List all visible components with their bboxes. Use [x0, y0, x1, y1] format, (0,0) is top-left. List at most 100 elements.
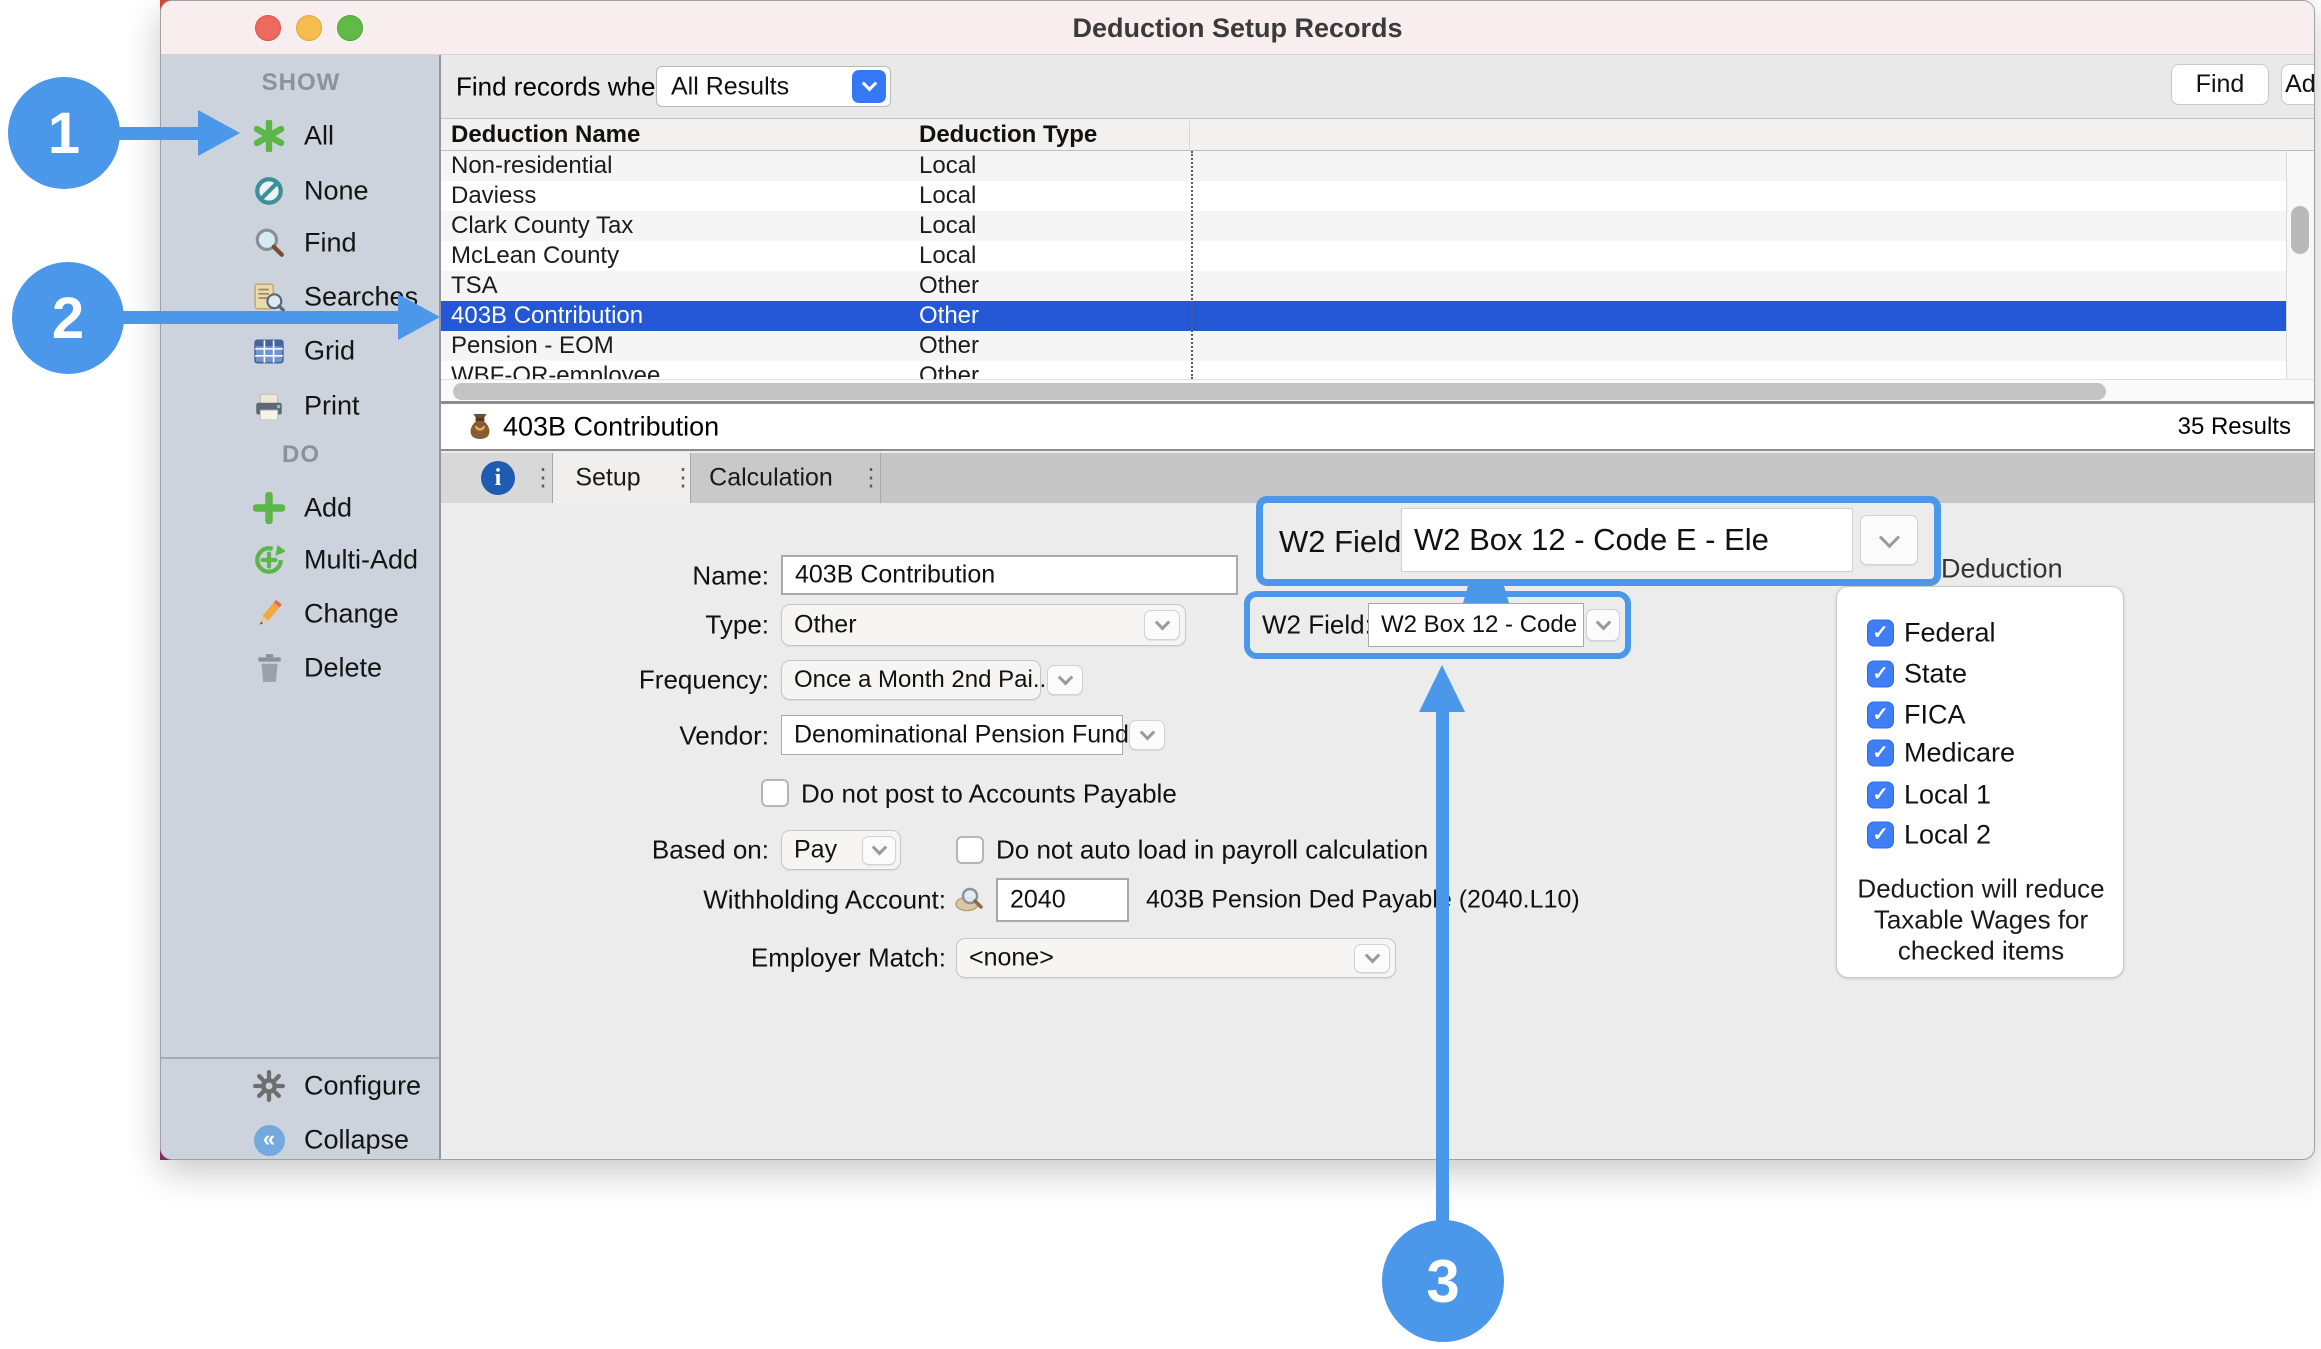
type-dropdown-button[interactable]: [1144, 610, 1180, 640]
withholding-account-input[interactable]: 2040: [996, 878, 1129, 922]
sidebar-item-label: Delete: [304, 653, 382, 684]
state-checkbox[interactable]: [1867, 661, 1894, 688]
sidebar-item-multi-add[interactable]: Multi-Add: [161, 538, 439, 582]
medicare-checkbox[interactable]: [1867, 740, 1894, 767]
tab-info[interactable]: [441, 453, 553, 503]
local2-label: Local 2: [1904, 820, 1991, 851]
sidebar-item-configure[interactable]: Configure: [161, 1064, 439, 1108]
w2-callout-input: W2 Box 12 - Code E - Ele: [1401, 508, 1853, 572]
chevron-down-icon: [1878, 527, 1899, 548]
zoom-traffic-light[interactable]: [337, 15, 363, 41]
name-value: 403B Contribution: [795, 561, 995, 590]
medicare-label: Medicare: [1904, 738, 2015, 769]
collapse-icon: [251, 1123, 287, 1157]
sidebar-item-collapse[interactable]: Collapse: [161, 1118, 439, 1160]
find-bar: Find records where All Results Find Adva…: [441, 55, 2315, 119]
tab-calculation[interactable]: Calculation: [691, 453, 881, 503]
sidebar-item-label: None: [304, 176, 369, 207]
table-row-selected[interactable]: 403B ContributionOther: [441, 301, 2286, 331]
record-header: 403B Contribution 35 Results: [441, 401, 2315, 451]
column-header-deduction-name[interactable]: Deduction Name: [451, 119, 640, 151]
results-count: 35 Results: [2178, 413, 2291, 441]
advanced-find-button-label: Advanced Find: [2285, 70, 2315, 99]
table-row[interactable]: Clark County TaxLocal: [441, 211, 2286, 241]
record-title: 403B Contribution: [503, 411, 719, 442]
vendor-input[interactable]: Denominational Pension Fund: [781, 715, 1123, 755]
horizontal-scrollbar-thumb[interactable]: [453, 383, 2106, 400]
based-on-dropdown-button[interactable]: [862, 836, 896, 865]
table-row[interactable]: TSAOther: [441, 271, 2286, 301]
find-records-where-label: Find records where: [456, 71, 679, 102]
tab-menu-dots-icon[interactable]: [531, 464, 555, 493]
annotation-arrow-3-head: [1419, 665, 1465, 712]
table-row[interactable]: McLean CountyLocal: [441, 241, 2286, 271]
frequency-value: Once a Month 2nd Pai...: [794, 666, 1053, 694]
employer-match-dropdown[interactable]: <none>: [956, 938, 1396, 978]
no-post-ap-checkbox[interactable]: [761, 779, 789, 807]
federal-label: Federal: [1904, 618, 1996, 649]
no-post-ap-label: Do not post to Accounts Payable: [801, 779, 1177, 810]
w2-field-input[interactable]: W2 Box 12 - Code E - Ele: [1368, 603, 1584, 647]
vertical-scrollbar[interactable]: [2286, 151, 2314, 379]
sidebar-item-label: Add: [304, 493, 352, 524]
no-autoload-checkbox[interactable]: [956, 836, 984, 864]
local1-checkbox[interactable]: [1867, 782, 1894, 809]
frequency-dropdown[interactable]: Once a Month 2nd Pai...: [781, 660, 1041, 700]
table-row[interactable]: DaviessLocal: [441, 181, 2286, 211]
account-lookup-icon[interactable]: [954, 885, 986, 920]
cell-type: Local: [919, 151, 976, 181]
results-filter-select[interactable]: All Results: [656, 66, 891, 107]
fica-label: FICA: [1904, 700, 1966, 731]
sidebar-item-change[interactable]: Change: [161, 592, 439, 636]
vendor-dropdown-button[interactable]: [1129, 720, 1165, 750]
based-on-dropdown[interactable]: Pay: [781, 830, 901, 870]
info-icon: [481, 461, 515, 495]
sidebar-item-label: Change: [304, 599, 399, 630]
chevron-down-icon: [861, 76, 877, 92]
vertical-scrollbar-thumb[interactable]: [2291, 206, 2309, 254]
employer-match-label: Employer Match:: [671, 943, 946, 974]
sidebar-item-find[interactable]: Find: [161, 221, 439, 265]
deduction-note-line: checked items: [1847, 936, 2115, 967]
type-dropdown[interactable]: Other: [781, 604, 1186, 646]
horizontal-scrollbar[interactable]: [441, 379, 2315, 401]
frequency-dropdown-button[interactable]: [1047, 665, 1083, 695]
sidebar-item-none[interactable]: None: [161, 169, 439, 213]
table-row[interactable]: Pension - EOMOther: [441, 331, 2286, 361]
chevron-down-icon: [1595, 614, 1611, 630]
window-title: Deduction Setup Records: [161, 1, 2314, 55]
advanced-find-button[interactable]: Advanced Find: [2281, 64, 2315, 105]
tab-menu-dots-icon[interactable]: [859, 464, 883, 493]
filter-dropdown-button[interactable]: [852, 70, 886, 103]
cell-name: TSA: [451, 271, 498, 301]
name-label: Name:: [591, 561, 769, 592]
fica-checkbox[interactable]: [1867, 702, 1894, 729]
close-traffic-light[interactable]: [255, 15, 281, 41]
column-header-deduction-type[interactable]: Deduction Type: [919, 119, 1097, 151]
local2-checkbox[interactable]: [1867, 822, 1894, 849]
cell-name: WBF-OR-employee: [451, 361, 660, 379]
cell-name: Daviess: [451, 181, 536, 211]
tab-label: Calculation: [691, 464, 851, 493]
tab-label: Setup: [553, 464, 663, 493]
pencil-icon: [251, 597, 287, 631]
federal-checkbox[interactable]: [1867, 620, 1894, 647]
tab-setup[interactable]: Setup: [553, 453, 691, 503]
sidebar-item-add[interactable]: Add: [161, 486, 439, 530]
table-row[interactable]: Non-residentialLocal: [441, 151, 2286, 181]
sidebar-item-print[interactable]: Print: [161, 384, 439, 428]
w2-dropdown-button[interactable]: [1586, 609, 1620, 641]
w2-field-zoom-callout: W2 Field: W2 Box 12 - Code E - Ele: [1256, 496, 1941, 586]
titlebar: Deduction Setup Records: [161, 1, 2314, 55]
sidebar-do-header: DO: [201, 441, 401, 469]
name-input[interactable]: 403B Contribution: [781, 555, 1238, 595]
table-row[interactable]: WBF-OR-employeeOther: [441, 361, 2286, 379]
minimize-traffic-light[interactable]: [296, 15, 322, 41]
w2-field-highlight: W2 Field: W2 Box 12 - Code E - Ele: [1244, 591, 1631, 659]
employer-match-dropdown-button[interactable]: [1354, 944, 1390, 973]
printer-icon: [251, 389, 287, 423]
find-button[interactable]: Find: [2171, 64, 2269, 105]
column-divider-dotted: [1191, 151, 1193, 379]
deduction-panel: Federal State FICA Medicare Local 1 Loca…: [1836, 586, 2124, 978]
sidebar-item-delete[interactable]: Delete: [161, 646, 439, 690]
